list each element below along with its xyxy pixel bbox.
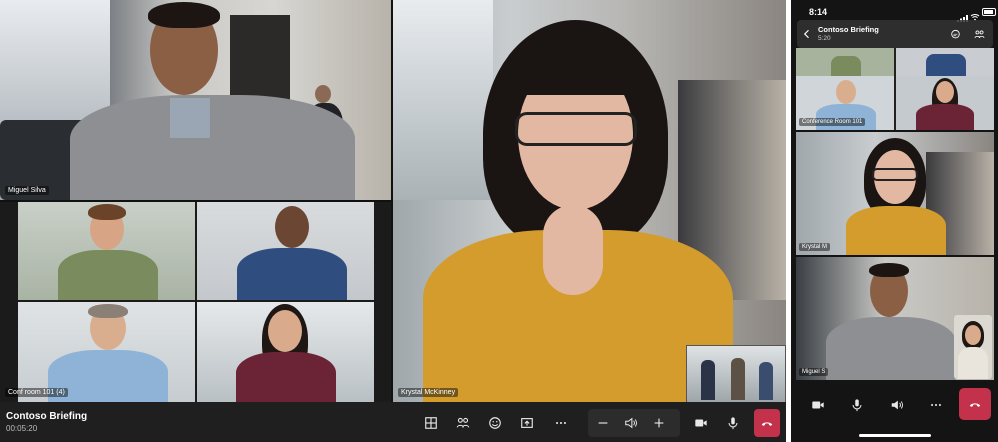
person-miguel (70, 0, 360, 200)
mobile-control-bar (791, 382, 998, 442)
speaker-icon (891, 400, 903, 410)
chat-button[interactable] (947, 26, 963, 42)
share-icon (521, 418, 533, 428)
participant-name-tag: Conference Room 101 (799, 118, 866, 126)
signal-icon (957, 9, 969, 22)
reactions-icon (489, 417, 501, 429)
video-tile-krystal-mckinney[interactable]: Krystal McKinney (393, 0, 786, 402)
hangup-icon (761, 422, 773, 426)
people-icon (456, 417, 470, 428)
battery-icon (982, 8, 996, 16)
plus-icon (654, 418, 664, 428)
reactions-button[interactable] (484, 412, 506, 434)
grid-layout-button[interactable] (420, 412, 442, 434)
mobile-speaker-button[interactable] (886, 394, 908, 416)
volume-button[interactable] (620, 412, 642, 434)
desktop-meeting-window: Miguel Silva Conf room 101 (4) Krystal M… (0, 0, 786, 442)
more-options-button[interactable] (550, 412, 572, 434)
self-view-thumbnail[interactable] (686, 345, 786, 402)
hand (543, 205, 603, 295)
people-icon (974, 30, 984, 38)
meeting-duration: 00:05:20 (6, 424, 38, 433)
mic-icon (728, 417, 738, 430)
hang-up-button[interactable] (754, 409, 780, 437)
video-tile-conf-room[interactable]: Conf room 101 (4) (0, 202, 391, 402)
more-icon (931, 403, 941, 407)
mobile-more-button[interactable] (925, 394, 947, 416)
grid-icon (425, 417, 437, 429)
meeting-title: Contoso Briefing (6, 411, 88, 422)
participant-name-tag: Miguel S (799, 368, 829, 376)
chat-icon (950, 29, 960, 38)
participant-name-tag: Krystal McKinney (398, 388, 459, 397)
mobile-video-tile-conference-room[interactable]: Conference Room 101 (796, 48, 994, 130)
minus-icon (598, 422, 608, 424)
more-icon (556, 421, 566, 425)
share-screen-button[interactable] (516, 412, 538, 434)
mobile-hang-up-button[interactable] (959, 388, 991, 420)
bangs (511, 40, 641, 95)
room-cell-4 (197, 302, 374, 402)
mic-icon (852, 399, 862, 412)
room-cell-2 (197, 202, 374, 300)
participant-name-tag: Krystal M (799, 243, 831, 251)
meeting-control-bar: Contoso Briefing 00:05:20 (0, 402, 786, 442)
participants-button[interactable] (452, 412, 474, 434)
glasses (515, 112, 637, 146)
volume-up-button[interactable] (648, 412, 670, 434)
room-cell-3 (18, 302, 195, 402)
video-tile-miguel-silva[interactable]: Miguel Silva (0, 0, 391, 200)
back-button[interactable] (799, 26, 815, 42)
mobile-participants-button[interactable] (971, 26, 987, 42)
volume-down-button[interactable] (592, 412, 614, 434)
mobile-camera-button[interactable] (807, 394, 829, 416)
microphone-button[interactable] (722, 412, 744, 434)
hangup-icon (969, 403, 981, 407)
mobile-video-tile-krystal[interactable]: Krystal M (796, 132, 994, 255)
camera-icon (812, 401, 824, 409)
home-indicator (859, 434, 931, 437)
participant-name-tag: Conf room 101 (4) (5, 388, 68, 397)
status-bar-time: 8:14 (809, 7, 828, 17)
mobile-microphone-button[interactable] (846, 394, 868, 416)
room-cell-1 (18, 202, 195, 300)
mobile-meeting-duration: 5:20 (818, 35, 831, 42)
volume-icon (625, 417, 637, 429)
camera-button[interactable] (690, 412, 712, 434)
mobile-call-header: Contoso Briefing 5:20 (797, 20, 993, 48)
wifi-icon (970, 8, 980, 21)
camera-icon (695, 419, 707, 427)
mobile-phone-frame: 8:14 Contoso Briefing 5:20 Conference Ro… (791, 0, 998, 442)
mobile-self-view-thumbnail[interactable] (954, 315, 992, 379)
participant-name-tag: Miguel Silva (5, 186, 49, 195)
mobile-video-tile-miguel[interactable]: Miguel S (796, 257, 994, 380)
mobile-meeting-title: Contoso Briefing (818, 25, 879, 34)
chevron-left-icon (803, 29, 809, 39)
